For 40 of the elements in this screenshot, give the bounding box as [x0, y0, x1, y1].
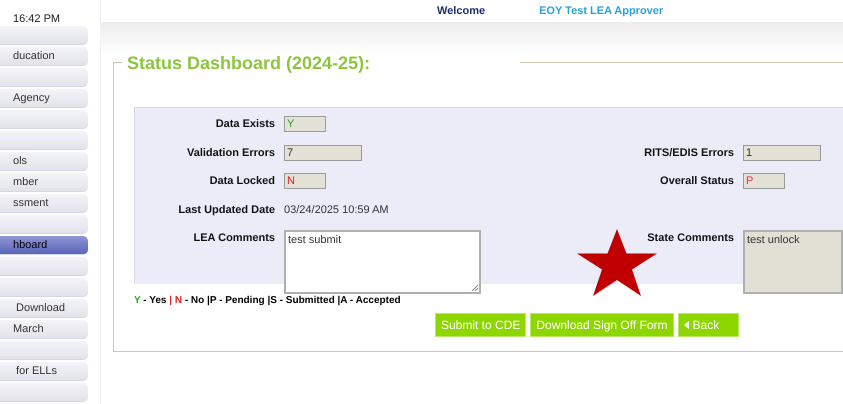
- field-label: LEA Comments: [192, 231, 276, 246]
- sidebar-item[interactable]: hboard: [0, 236, 88, 255]
- sidebar-item[interactable]: mber: [0, 173, 88, 192]
- field-label: Data Locked: [208, 174, 276, 189]
- page-title: Status Dashboard (2024-25):: [127, 52, 370, 74]
- sidebar-item[interactable]: Download: [0, 299, 88, 318]
- date-value: 03/24/2025 10:59 AM: [284, 202, 389, 218]
- field-label: Last Updated Date: [177, 202, 276, 218]
- field-label: Validation Errors: [186, 146, 276, 160]
- welcome-label: Welcome: [437, 4, 486, 19]
- sidebar-item[interactable]: [0, 215, 88, 234]
- sidebar-item[interactable]: [0, 278, 88, 297]
- status-legend: Y - Yes | N - No |P - Pending |S - Submitted |A - Accepted: [134, 293, 843, 308]
- status-field: 1: [743, 144, 821, 161]
- clock-time: 16:42 PM: [13, 13, 60, 25]
- sidebar-item[interactable]: ols: [0, 152, 88, 171]
- sidebar-item[interactable]: [0, 131, 88, 150]
- sidebar-item[interactable]: Agency: [0, 89, 88, 108]
- sidebar-item[interactable]: [0, 383, 88, 402]
- sidebar-item[interactable]: [0, 26, 88, 45]
- sidebar-item[interactable]: [0, 110, 88, 129]
- sidebar-item[interactable]: [0, 341, 88, 360]
- sidebar-item[interactable]: March: [0, 320, 88, 339]
- resize-grip-icon[interactable]: [471, 284, 478, 291]
- sidebar-item[interactable]: ssment: [0, 194, 88, 213]
- field-label: Data Exists: [214, 117, 276, 132]
- field-label: State Comments: [646, 231, 735, 246]
- sidebar-item[interactable]: for ELLs: [0, 362, 88, 381]
- field-label: RITS/EDIS Errors: [643, 146, 735, 160]
- field-label: Overall Status: [659, 174, 735, 189]
- status-field: 7: [284, 144, 362, 161]
- caret-left-icon: [684, 321, 689, 329]
- sidebar-item[interactable]: [0, 68, 88, 87]
- sidebar-item[interactable]: ducation: [0, 47, 88, 66]
- sidebar-item[interactable]: [0, 257, 88, 276]
- user-name: EOY Test LEA Approver: [539, 4, 664, 19]
- status-field: P: [743, 173, 785, 190]
- status-field: N: [284, 173, 326, 190]
- comments-field[interactable]: test submit: [284, 230, 481, 294]
- status-field: Y: [284, 116, 326, 132]
